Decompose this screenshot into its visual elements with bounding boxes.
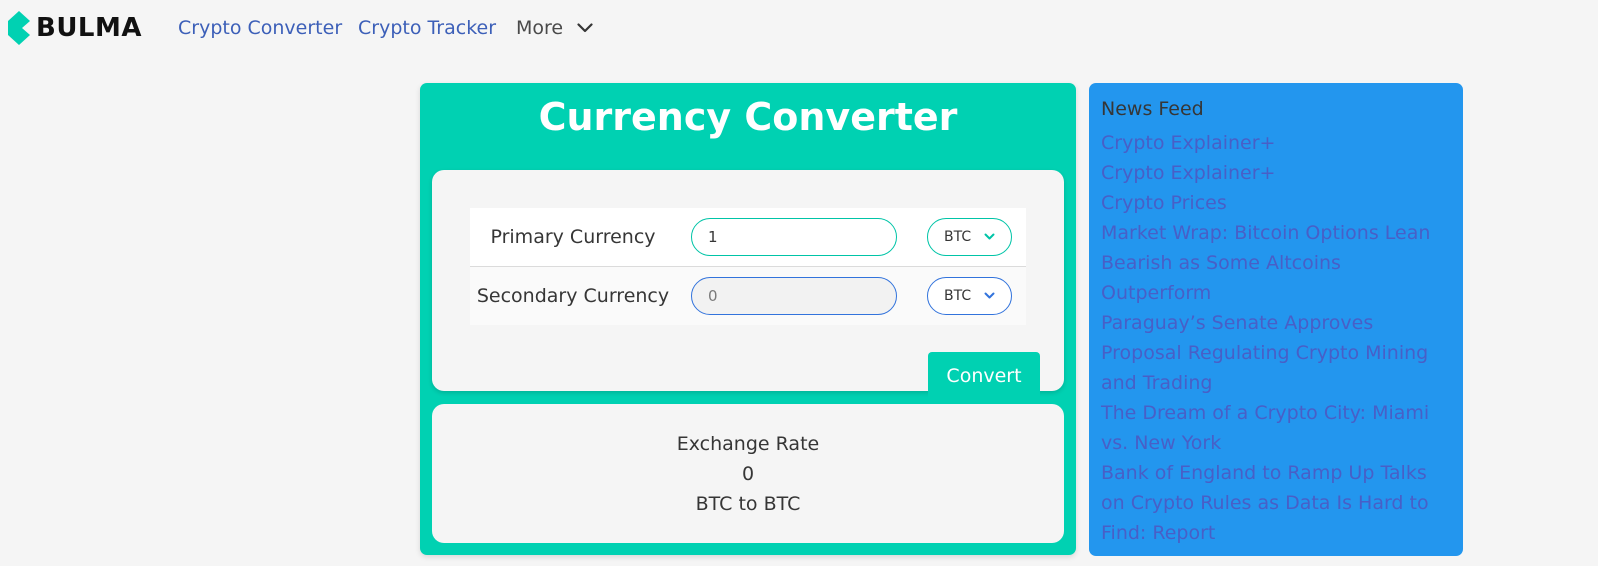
primary-currency-select[interactable]: BTC (927, 218, 1012, 256)
converter-title: Currency Converter (538, 95, 958, 139)
news-feed-title: News Feed (1101, 98, 1204, 120)
currency-table: Primary Currency BTC Secondary Currency … (470, 208, 1026, 325)
nav-more-dropdown[interactable]: More (516, 17, 593, 39)
currency-converter-card: Currency Converter Primary Currency BTC … (420, 83, 1076, 555)
nav-link-crypto-converter[interactable]: Crypto Converter (178, 17, 342, 39)
exchange-rate-heading: Exchange Rate (676, 433, 820, 455)
secondary-currency-row: Secondary Currency BTC (470, 266, 1026, 325)
news-item[interactable]: Crypto Explainer+ (1101, 128, 1453, 158)
nav-link-crypto-tracker[interactable]: Crypto Tracker (358, 17, 496, 39)
primary-currency-label: Primary Currency (490, 226, 656, 248)
primary-currency-row: Primary Currency BTC (470, 208, 1026, 266)
navbar: BULMA Crypto Converter Crypto Tracker Mo… (0, 0, 1598, 58)
news-item[interactable]: Bank of England to Ramp Up Talks on Cryp… (1101, 458, 1453, 548)
secondary-amount-input[interactable] (691, 277, 897, 315)
news-item[interactable]: Crypto Prices (1101, 188, 1453, 218)
chevron-down-icon (984, 292, 995, 299)
primary-amount-input[interactable] (691, 218, 897, 256)
chevron-down-icon (577, 23, 593, 33)
news-feed-card: News Feed Crypto Explainer+ Crypto Expla… (1089, 83, 1463, 556)
secondary-currency-label: Secondary Currency (476, 285, 670, 307)
news-item[interactable]: Market Wrap: Bitcoin Options Lean Bearis… (1101, 218, 1453, 308)
news-list: Crypto Explainer+ Crypto Explainer+ Cryp… (1101, 128, 1453, 548)
news-item[interactable]: Crypto Explainer+ (1101, 158, 1453, 188)
nav-more-label: More (516, 17, 564, 39)
convert-button[interactable]: Convert (928, 352, 1040, 400)
secondary-currency-value: BTC (944, 288, 972, 304)
primary-currency-value: BTC (944, 229, 972, 245)
news-item[interactable]: Paraguay’s Senate Approves Proposal Regu… (1101, 308, 1453, 398)
news-item[interactable]: The Dream of a Crypto City: Miami vs. Ne… (1101, 398, 1453, 458)
exchange-rate-pair: BTC to BTC (695, 493, 801, 515)
brand-name: BULMA (36, 13, 142, 43)
bulma-logo-icon (8, 11, 30, 45)
conversion-form: Primary Currency BTC Secondary Currency … (432, 170, 1064, 400)
exchange-rate-panel: Exchange Rate 0 BTC to BTC (432, 404, 1064, 543)
chevron-down-icon (984, 233, 995, 240)
brand-logo[interactable]: BULMA (8, 11, 142, 45)
secondary-currency-select[interactable]: BTC (927, 277, 1012, 315)
exchange-rate-value: 0 (741, 463, 755, 485)
